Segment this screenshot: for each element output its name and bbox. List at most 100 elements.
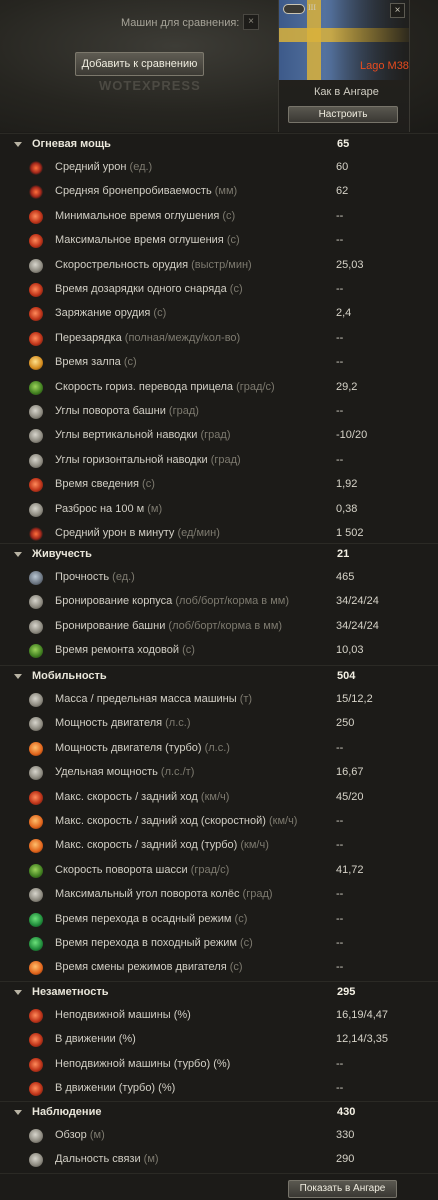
wheel-angle-icon	[29, 888, 43, 903]
stat-unit: (с)	[240, 937, 253, 949]
stat-unit: (град)	[200, 429, 231, 442]
stat-row: Углы горизонтальной наводки (град) --	[0, 449, 438, 473]
tank-name: Lago M38	[360, 60, 409, 72]
stat-value: 15/12,2	[336, 693, 373, 705]
stat-value: 0,38	[336, 502, 358, 515]
stat-label-text: Время перехода в осадный режим	[55, 912, 232, 925]
stun-min-icon	[29, 209, 43, 224]
stat-label: Углы поворота башни (град)	[55, 405, 199, 417]
stat-value: 16,67	[336, 766, 364, 779]
stat-label-text: Время сведения	[55, 478, 139, 491]
chevron-down-icon	[14, 142, 22, 147]
engine-mode-icon	[29, 961, 43, 976]
stat-label-text: Время ремонта ходовой	[55, 644, 179, 657]
stat-row: Перезарядка (полная/между/кол-во) --	[0, 327, 438, 351]
show-in-hangar-button[interactable]: Показать в Ангаре	[288, 1180, 397, 1198]
stat-label: Заряжание орудия (с)	[55, 307, 166, 319]
turret-armor-icon	[29, 619, 43, 634]
horizontal-aim-icon	[29, 453, 43, 468]
remove-tank-close-icon[interactable]: ×	[390, 3, 405, 18]
stat-row: Разброс на 100 м (м) 0,38	[0, 498, 438, 522]
stat-row: Максимальное время оглушения (с) --	[0, 229, 438, 253]
chevron-down-icon	[14, 990, 22, 995]
section-divider	[0, 981, 438, 982]
stat-label-text: Углы горизонтальной наводки	[55, 453, 208, 466]
stat-value: 12,14/3,35	[336, 1033, 388, 1046]
stat-label-text: Макс. скорость / задний ход (турбо)	[55, 839, 238, 852]
stat-row: Скорость поворота шасси (град/с) 41,72	[0, 859, 438, 883]
stat-row: Макс. скорость / задний ход (скоростной)…	[0, 810, 438, 834]
section-title: Незаметность	[32, 986, 109, 998]
stat-label: Скорость поворота шасси (град/с)	[55, 864, 229, 876]
stat-value: 1,92	[336, 478, 358, 491]
stat-row: Средний урон (ед.) 60	[0, 156, 438, 180]
weight-icon	[29, 693, 43, 707]
section-value: 65	[337, 138, 350, 150]
stat-value: 34/24/24	[336, 619, 379, 632]
stat-label: Макс. скорость / задний ход (скоростной)…	[55, 815, 297, 827]
stat-row: Время сведения (с) 1,92	[0, 473, 438, 497]
stat-row: Макс. скорость / задний ход (км/ч) 45/20	[0, 786, 438, 810]
stat-label: Углы вертикальной наводки (град)	[55, 429, 230, 441]
stat-value: 1 502	[336, 527, 364, 539]
stat-value: 16,19/4,47	[336, 1009, 388, 1021]
view-range-icon	[29, 1129, 43, 1143]
stat-unit: (с)	[182, 644, 195, 657]
section-title: Наблюдение	[32, 1106, 102, 1118]
stat-label: Удельная мощность (л.с./т)	[55, 766, 194, 778]
reload-icon	[29, 307, 43, 322]
stat-label-text: Дальность связи	[55, 1153, 141, 1166]
stat-label-text: Неподвижной машины (%)	[55, 1009, 191, 1021]
stat-row: Углы поворота башни (град) --	[0, 400, 438, 424]
siege-mode-icon	[29, 912, 43, 927]
rate-of-fire-icon	[29, 258, 43, 273]
stat-row: Удельная мощность (л.с./т) 16,67	[0, 761, 438, 785]
stat-row: Макс. скорость / задний ход (турбо) (км/…	[0, 834, 438, 858]
section-title: Мобильность	[32, 670, 107, 682]
stat-unit: (мм)	[214, 185, 238, 198]
stat-label: Время смены режимов двигателя (с)	[55, 961, 243, 973]
vertical-aim-icon	[29, 429, 43, 444]
stat-row: Максимальный угол поворота колёс (град) -…	[0, 883, 438, 907]
camo-moving-turbo-icon	[29, 1082, 43, 1097]
stat-label: Бронирование башни (лоб/борт/корма в мм)	[55, 620, 282, 632]
section-divider	[0, 133, 438, 134]
configure-button[interactable]: Настроить	[288, 106, 398, 123]
section-value: 295	[337, 986, 356, 998]
stat-label-text: Средний урон в минуту	[55, 527, 175, 539]
stat-unit: (град)	[242, 888, 273, 901]
stat-label-text: Неподвижной машины (турбо) (%)	[55, 1057, 231, 1070]
speed-limits-icon	[29, 790, 43, 805]
section-value: 504	[337, 670, 356, 682]
clear-compare-close-icon[interactable]: ×	[243, 14, 259, 30]
stat-label-text: Углы вертикальной наводки	[55, 429, 198, 442]
stat-label-text: Максимальный угол поворота колёс	[55, 888, 240, 901]
stat-value: --	[336, 741, 344, 754]
add-to-compare-button[interactable]: Добавить к сравнению	[75, 52, 204, 76]
stat-unit: (м)	[143, 1153, 159, 1166]
stat-row: Обзор (м) 330	[0, 1124, 438, 1148]
section-title: Огневая мощь	[32, 138, 111, 150]
engine-turbo-icon	[29, 741, 43, 756]
stat-row: Время ремонта ходовой (с) 10,03	[0, 639, 438, 663]
stat-unit: (ед.)	[129, 161, 153, 173]
stat-label: Мощность двигателя (л.с.)	[55, 717, 191, 729]
stat-row: Время перехода в походный режим (с) --	[0, 932, 438, 956]
stat-unit: (с)	[153, 307, 167, 320]
stat-label: Время ремонта ходовой (с)	[55, 644, 195, 656]
stat-value: 2,4	[336, 307, 352, 320]
stat-label: В движении (турбо) (%)	[55, 1082, 175, 1094]
stat-label-text: Скорость гориз. перевода прицела	[55, 380, 234, 393]
section-divider	[0, 665, 438, 666]
stat-unit: (т)	[239, 693, 253, 705]
section-value: 430	[337, 1106, 356, 1118]
stat-value: -10/20	[336, 429, 368, 442]
stat-label-text: Заряжание орудия	[55, 307, 151, 320]
hull-armor-icon	[29, 595, 43, 610]
stat-label: Бронирование корпуса (лоб/борт/корма в м…	[55, 595, 289, 607]
stat-value: 250	[336, 717, 355, 730]
stat-label-text: Масса / предельная масса машины	[55, 693, 237, 705]
stat-unit: (полная/между/кол-во)	[124, 331, 241, 344]
stat-unit: (ед.)	[112, 571, 135, 583]
stat-value: --	[336, 331, 344, 344]
